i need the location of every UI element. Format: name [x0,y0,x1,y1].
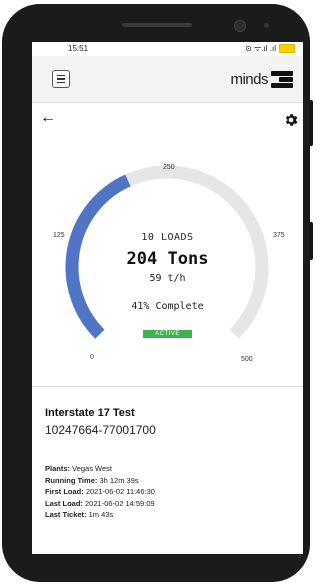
tons-per-hour: 59 t/h [149,273,186,284]
detail-first-load: First Load: 2021-06-02 11:46:30 [45,487,155,496]
loads-count: 10 LOADS [141,232,194,243]
volume-button [309,222,313,260]
job-id: 10247664-77001700 [45,423,156,437]
detail-last-ticket: Last Ticket: 1m 43s [45,510,114,519]
brand-logo: minds [230,70,293,88]
detail-running-time: Running Time: 3h 12m 39s [45,475,139,485]
percent-complete: 41% Complete [131,301,204,312]
gauge-tick-500: 500 [241,356,253,363]
brand-name: minds [230,70,268,88]
gear-icon[interactable] [283,112,299,128]
status-time: 15:51 [68,44,89,53]
gauge-tick-0: 0 [90,354,94,361]
status-icons: ⊙ ᯤ.ıl .ıl [245,43,295,54]
detail-plants: Plants: Vegas West [45,464,112,473]
power-button [309,100,313,146]
tons-total: 204 Tons [126,249,209,269]
speaker [122,23,192,27]
job-title: Interstate 17 Test [45,407,135,419]
battery-icon [279,44,295,53]
gauge-tick-250: 250 [163,164,175,171]
menu-button[interactable] [52,70,70,88]
phone-frame: 15:51 ⊙ ᯤ.ıl .ıl minds ← 0 125 250 375 5… [2,4,313,582]
app-bar: minds [32,56,303,103]
detail-last-load: Last Load: 2021-06-02 14:59:09 [45,498,155,508]
status-bar: 15:51 ⊙ ᯤ.ıl .ıl [32,42,303,56]
status-signal-icons: ⊙ ᯤ.ıl .ıl [245,44,276,53]
screen: 15:51 ⊙ ᯤ.ıl .ıl minds ← 0 125 250 375 5… [32,42,303,554]
camera [234,20,246,32]
divider [32,386,303,387]
menu-icon [57,74,65,77]
job-details: Plants: Vegas West Running Time: 3h 12m … [45,463,155,521]
sensor [264,23,269,28]
status-badge-wrap: ACTIVE [32,322,303,340]
status-badge: ACTIVE [143,330,192,338]
back-arrow-icon[interactable]: ← [40,110,56,126]
logo-icon [271,70,293,88]
